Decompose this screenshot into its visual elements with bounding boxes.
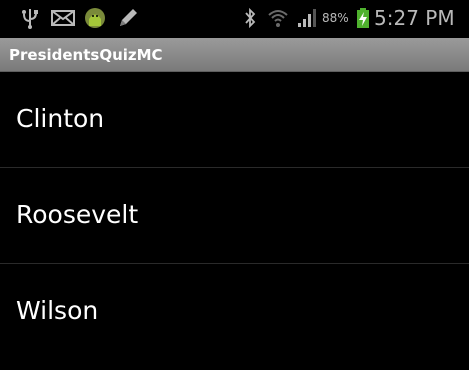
bluetooth-icon — [242, 6, 258, 30]
mail-icon — [50, 6, 76, 30]
app-title: PresidentsQuizMC — [9, 46, 163, 64]
answer-list: Clinton Roosevelt Wilson — [0, 72, 469, 370]
pen-icon — [116, 6, 140, 30]
list-item-clinton[interactable]: Clinton — [0, 72, 469, 168]
list-item-label: Wilson — [16, 296, 99, 325]
battery-percent: 88% — [322, 11, 349, 25]
clock: 5:27 PM — [374, 6, 455, 30]
wifi-icon — [266, 6, 290, 30]
list-item-label: Clinton — [16, 104, 105, 133]
list-item-roosevelt[interactable]: Roosevelt — [0, 168, 469, 264]
list-item-wilson[interactable]: Wilson — [0, 264, 469, 360]
status-bar: 88% 5:27 PM — [0, 0, 469, 38]
usb-icon — [20, 6, 40, 30]
list-item-label: Roosevelt — [16, 200, 139, 229]
android-icon — [82, 6, 108, 30]
app-title-bar: PresidentsQuizMC — [0, 38, 469, 72]
battery-charging-icon — [356, 6, 370, 30]
signal-icon — [296, 6, 318, 30]
